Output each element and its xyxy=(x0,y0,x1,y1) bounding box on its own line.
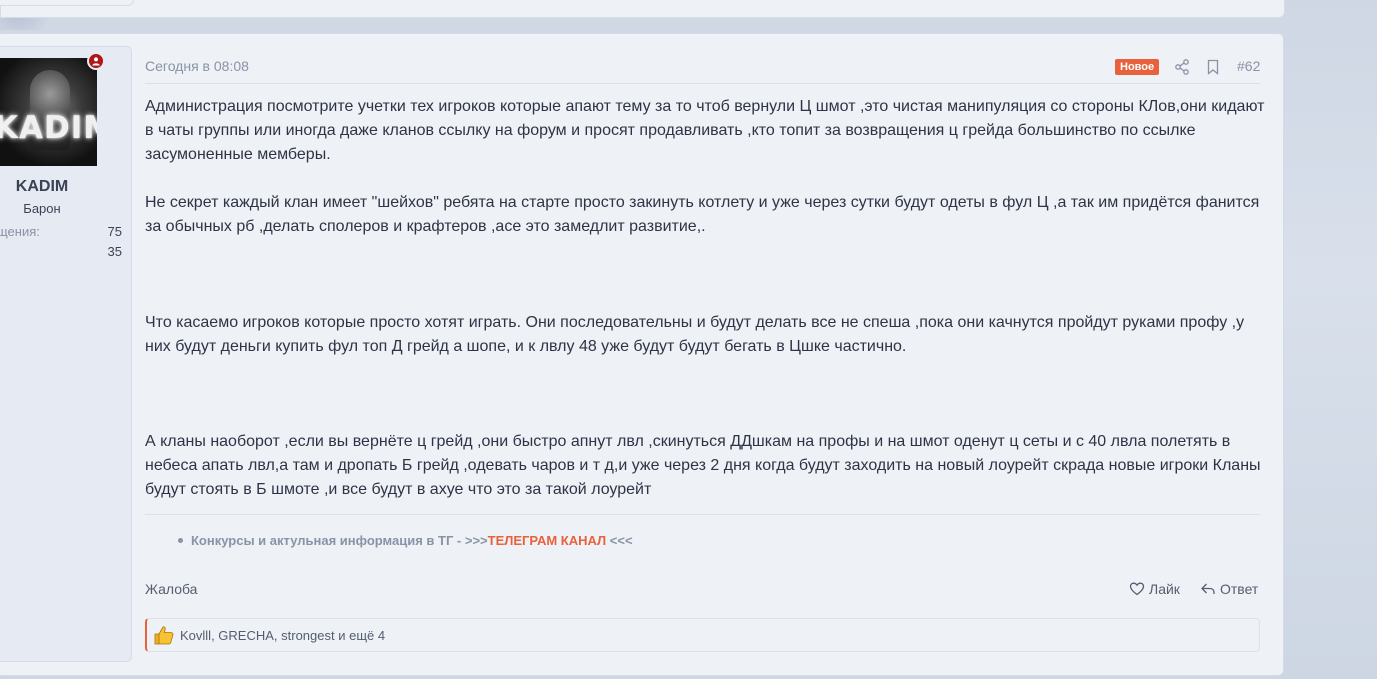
stat-label: : xyxy=(0,244,1,259)
bookmark-icon[interactable] xyxy=(1204,58,1222,76)
stat-value: 35 xyxy=(107,244,122,259)
heart-icon xyxy=(1129,582,1145,596)
reactions-list: Kovlll, GRECHA, strongest и ещё 4 xyxy=(180,627,386,643)
previous-post-user-panel xyxy=(0,0,134,6)
telegram-channel-link[interactable]: ТЕЛЕГРАМ КАНАЛ xyxy=(488,533,607,548)
username[interactable]: KADIM xyxy=(0,178,84,196)
stat-value: 75 xyxy=(107,224,122,239)
post-paragraph: А кланы наоборот ,если вы вернёте ц грей… xyxy=(145,433,1261,498)
reply-label: Ответ xyxy=(1220,581,1259,597)
signature: Конкурсы и актульная информация в ТГ - >… xyxy=(178,533,633,548)
previous-post-card xyxy=(0,0,1285,18)
report-link[interactable]: Жалоба xyxy=(145,581,197,597)
post-paragraph: Что касаемо игроков которые просто хотят… xyxy=(145,314,1245,355)
header-divider xyxy=(145,83,1260,84)
signature-suffix: <<< xyxy=(606,533,633,548)
avatar[interactable]: KADIM xyxy=(0,58,97,166)
new-badge: Новое xyxy=(1115,59,1160,75)
post-paragraph: Не секрет каждый клан имеет "шейхов" реб… xyxy=(145,194,1260,235)
signature-divider xyxy=(145,514,1260,515)
like-button[interactable]: Лайк xyxy=(1129,581,1180,597)
signature-text: Конкурсы и актульная информация в ТГ - >… xyxy=(191,533,488,548)
post-paragraph: Администрация посмотрите учетки тех игро… xyxy=(145,98,1265,163)
reply-button[interactable]: Ответ xyxy=(1200,581,1258,597)
bullet-icon xyxy=(178,538,183,544)
avatar-logo-text: KADIM xyxy=(0,110,97,146)
user-status-icon xyxy=(87,52,105,70)
like-label: Лайк xyxy=(1149,581,1180,597)
share-icon[interactable] xyxy=(1173,58,1191,76)
post-number[interactable]: #62 xyxy=(1237,58,1260,74)
stat-label: щения: xyxy=(0,224,40,239)
thumbs-up-icon xyxy=(154,626,174,645)
reply-icon xyxy=(1201,583,1215,594)
user-title: Барон xyxy=(23,201,61,216)
reactions-bar[interactable]: Kovlll, GRECHA, strongest и ещё 4 xyxy=(145,618,1260,652)
post-date[interactable]: Сегодня в 08:08 xyxy=(145,58,249,74)
